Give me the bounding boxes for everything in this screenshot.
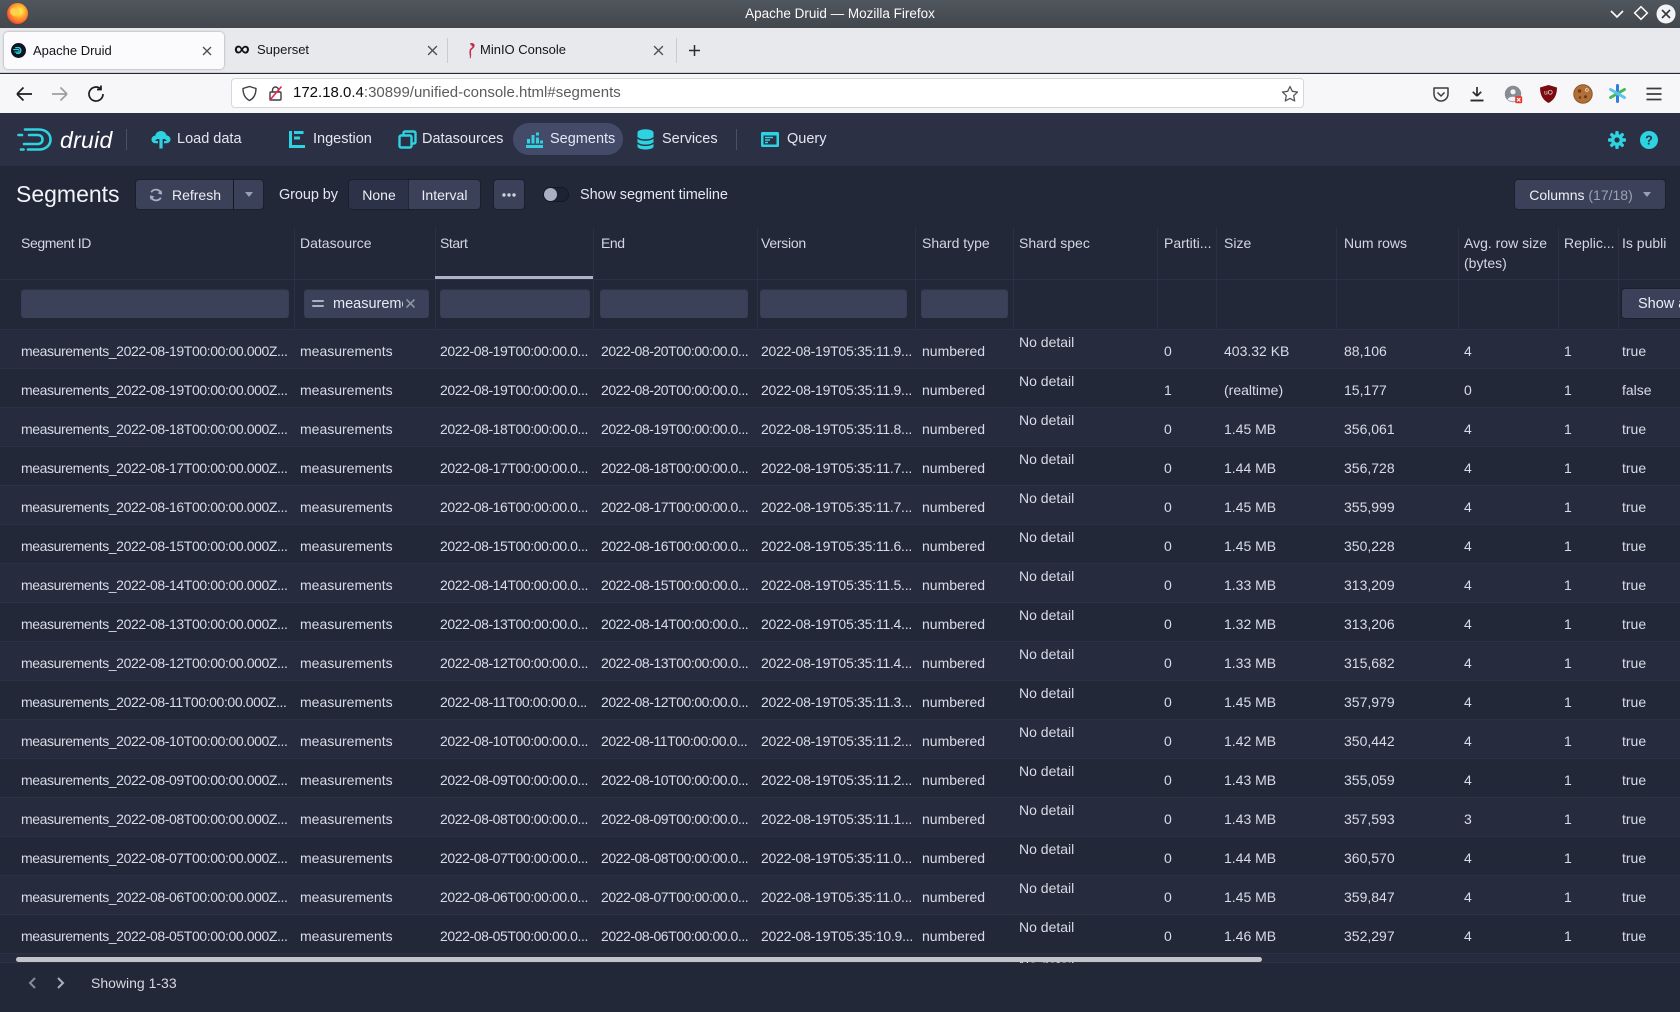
svg-text:uO: uO	[1544, 90, 1553, 97]
svg-text:?: ?	[1645, 133, 1653, 147]
